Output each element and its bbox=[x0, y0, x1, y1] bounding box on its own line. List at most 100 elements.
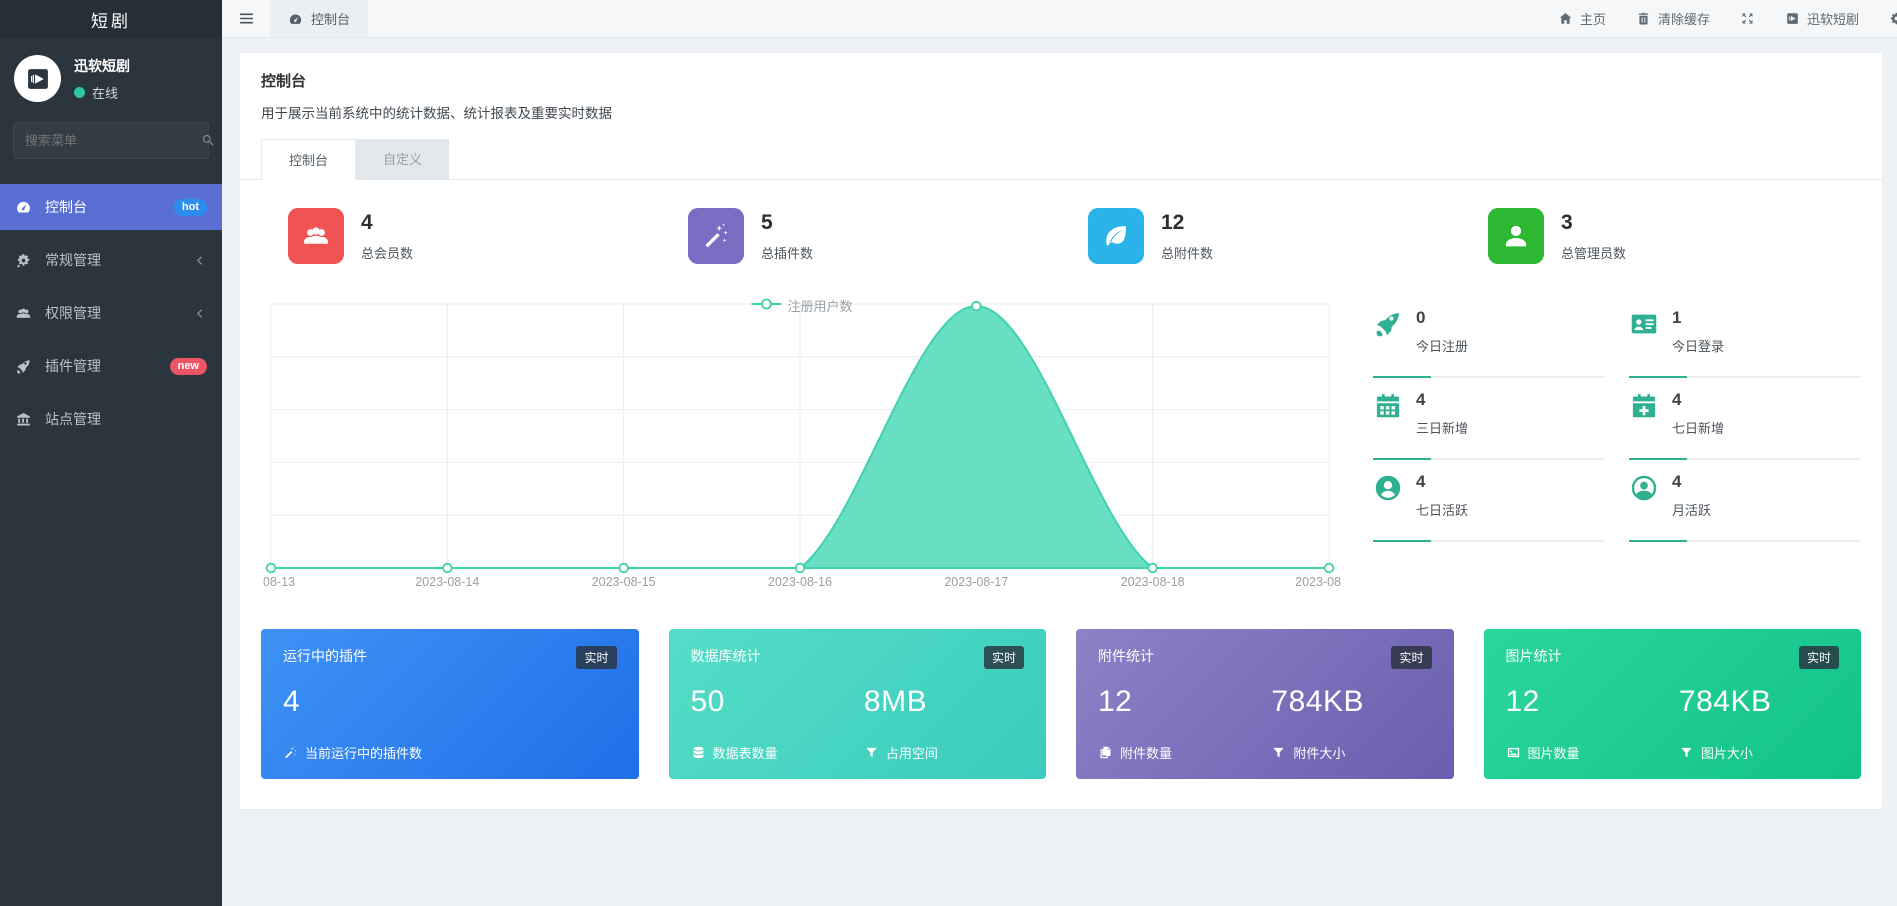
stat-value: 5 bbox=[761, 211, 813, 235]
tab-custom[interactable]: 自定义 bbox=[356, 139, 449, 179]
page-title: 控制台 bbox=[261, 70, 1861, 91]
topbar-action-gear[interactable] bbox=[1889, 11, 1897, 26]
x-tick-label: 2023-08 bbox=[1295, 575, 1341, 589]
card-item-label: 附件数量 bbox=[1120, 743, 1172, 762]
rocket-icon bbox=[15, 358, 32, 375]
x-tick-label: 2023-08-16 bbox=[768, 575, 832, 589]
mini-stat-label: 七日活跃 bbox=[1416, 500, 1468, 519]
user-status: 在线 bbox=[74, 83, 130, 102]
topbar-tab-dashboard[interactable]: 控制台 bbox=[270, 0, 368, 37]
dashboard-panel: 控制台 用于展示当前系统中的统计数据、统计报表及重要实时数据 控制台自定义 4总… bbox=[240, 53, 1882, 809]
mini-stat-label: 七日新增 bbox=[1672, 418, 1724, 437]
card-value: 12 bbox=[1098, 685, 1271, 719]
topbar-action-label: 主页 bbox=[1580, 9, 1606, 28]
user-circle-o-icon bbox=[1629, 473, 1659, 503]
stat-card-2: 5总插件数 bbox=[661, 208, 1061, 264]
calendar-icon bbox=[1373, 391, 1403, 421]
mini-stat-label: 三日新增 bbox=[1416, 418, 1468, 437]
mini-stat-value: 1 bbox=[1672, 308, 1724, 328]
stat-label: 总管理员数 bbox=[1561, 243, 1626, 262]
sidebar-item-2[interactable]: 常规管理 bbox=[0, 237, 222, 283]
card-value: 784KB bbox=[1271, 685, 1444, 719]
stat-value: 12 bbox=[1161, 211, 1213, 235]
search-input[interactable] bbox=[25, 133, 201, 148]
card-item-label: 附件大小 bbox=[1293, 743, 1345, 762]
sidebar-item-3[interactable]: 权限管理 bbox=[0, 290, 222, 336]
mini-stat-value: 0 bbox=[1416, 308, 1468, 328]
stat-card-1: 4总会员数 bbox=[261, 208, 661, 264]
card-value: 4 bbox=[283, 685, 456, 719]
sidebar-item-label: 控制台 bbox=[45, 197, 87, 217]
page-subtitle: 用于展示当前系统中的统计数据、统计报表及重要实时数据 bbox=[261, 102, 1861, 122]
card-value: 8MB bbox=[864, 685, 1037, 719]
gauge-icon bbox=[288, 10, 303, 26]
mini-stat-value: 4 bbox=[1672, 390, 1724, 410]
mini-stat-1: 0今日注册 bbox=[1373, 296, 1605, 378]
stats-row: 4总会员数5总插件数 12 总附件数 3总管理员数 bbox=[261, 208, 1861, 264]
sidebar: 短剧 迅软短剧 在线 控制台hot 常规管理权限管理插件管理new 站点管理 bbox=[0, 0, 222, 906]
stat-card-4: 3总管理员数 bbox=[1461, 208, 1861, 264]
mini-progress-track bbox=[1373, 540, 1605, 542]
legend-line-marker-icon bbox=[751, 298, 781, 313]
gauge-icon bbox=[15, 199, 32, 216]
tab-label: 自定义 bbox=[383, 152, 422, 167]
stat-card-3: 12 总附件数 bbox=[1061, 208, 1461, 264]
stat-label: 总会员数 bbox=[361, 243, 413, 262]
topbar: 控制台 主页 清除缓存 迅软短剧 bbox=[222, 0, 1897, 38]
chart-legend[interactable]: 注册用户数 bbox=[751, 296, 852, 315]
mini-stats-grid: 0今日注册1今日登录4三日新增4七日新增4七日活跃4月活跃 bbox=[1373, 296, 1861, 599]
mini-stat-value: 4 bbox=[1416, 472, 1468, 492]
legend-label: 注册用户数 bbox=[787, 296, 852, 315]
calendar-plus-icon bbox=[1629, 391, 1659, 421]
stat-label: 总附件数 bbox=[1161, 243, 1213, 262]
idcard-icon bbox=[1629, 309, 1659, 339]
sidebar-item-4[interactable]: 插件管理new bbox=[0, 343, 222, 389]
mini-stat-value: 4 bbox=[1416, 390, 1468, 410]
topbar-action-home[interactable]: 主页 bbox=[1558, 9, 1606, 28]
stat-icon-box bbox=[288, 208, 344, 264]
topbar-right: 主页 清除缓存 迅软短剧 bbox=[1558, 0, 1897, 37]
logo-icon bbox=[24, 65, 52, 93]
sidebar-toggle-button[interactable] bbox=[222, 0, 270, 37]
app-title: 短剧 bbox=[0, 0, 222, 38]
stat-icon-box bbox=[1088, 208, 1144, 264]
filter-icon bbox=[864, 745, 879, 760]
registered-users-chart: 注册用户数 08-132023-08-142023-08-152023-08-1… bbox=[261, 296, 1343, 599]
card-value: 12 bbox=[1506, 685, 1679, 719]
search-icon bbox=[201, 132, 216, 150]
card-title: 数据库统计 bbox=[691, 646, 761, 666]
wand-icon bbox=[701, 221, 731, 251]
mini-progress-track bbox=[1629, 540, 1861, 542]
play-logo-icon bbox=[24, 65, 52, 93]
sidebar-item-1[interactable]: 控制台hot bbox=[0, 184, 222, 230]
legend-line-marker-icon bbox=[751, 298, 781, 310]
x-tick-label: 2023-08-18 bbox=[1121, 575, 1185, 589]
topbar-action-expand[interactable] bbox=[1740, 11, 1755, 26]
trash-icon bbox=[1636, 11, 1651, 26]
card-item-label: 占用空间 bbox=[886, 743, 938, 762]
topbar-action-logo[interactable]: 迅软短剧 bbox=[1785, 9, 1859, 28]
database-icon bbox=[691, 745, 706, 760]
mini-stat-label: 月活跃 bbox=[1672, 500, 1711, 519]
user-name: 迅软短剧 bbox=[74, 56, 130, 76]
realtime-badge: 实时 bbox=[984, 646, 1024, 669]
gear-icon bbox=[1889, 11, 1897, 26]
users-icon bbox=[15, 305, 32, 322]
image-icon bbox=[1506, 745, 1521, 760]
topbar-action-trash[interactable]: 清除缓存 bbox=[1636, 9, 1710, 28]
avatar[interactable] bbox=[14, 55, 61, 102]
sidebar-item-5[interactable]: 站点管理 bbox=[0, 396, 222, 442]
tab-label: 控制台 bbox=[289, 153, 328, 168]
filter-icon bbox=[1679, 745, 1694, 760]
card-title: 运行中的插件 bbox=[283, 646, 367, 666]
expand-icon bbox=[1740, 11, 1755, 26]
realtime-badge: 实时 bbox=[576, 646, 616, 669]
copy-icon bbox=[1098, 745, 1113, 760]
sidebar-menu: 控制台hot 常规管理权限管理插件管理new 站点管理 bbox=[0, 177, 222, 906]
summary-card-4: 图片统计实时12784KB图片数量图片大小 bbox=[1484, 629, 1862, 779]
sidebar-item-label: 插件管理 bbox=[45, 356, 101, 376]
panel-body: 4总会员数5总插件数12总附件数3总管理员数 注册用户数 08-132023-0… bbox=[240, 180, 1882, 779]
tab-dashboard[interactable]: 控制台 bbox=[261, 139, 356, 180]
rocket-icon bbox=[1373, 309, 1403, 339]
menu-search[interactable] bbox=[13, 122, 209, 159]
